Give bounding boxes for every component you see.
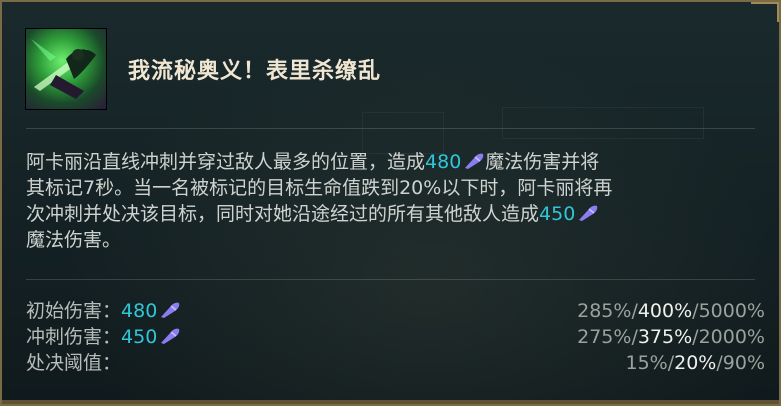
stat-label: 冲刺伤害： — [26, 326, 122, 348]
ratio-rank-1: 275% — [577, 326, 632, 348]
stat-value: 480 — [121, 300, 158, 322]
ratio-rank-3: 2000% — [698, 326, 765, 348]
stat-label: 处决阈值： — [26, 352, 122, 374]
header-divider — [26, 128, 755, 129]
akali-ult-icon[interactable] — [26, 29, 106, 109]
ratio-rank-3: 5000% — [698, 300, 765, 322]
stat-ratios: 275%/375%/2000% — [577, 324, 765, 350]
ratio-rank-2: 20% — [674, 352, 717, 374]
damage-value-2: 450 — [539, 203, 576, 225]
ability-power-icon — [161, 328, 180, 344]
desc-text: 次冲刺并处决该目标，同时对她沿途经过的所有其他敌人造成 — [26, 203, 540, 225]
ability-header: 我流秘奥义！表里杀缭乱 — [26, 29, 381, 109]
ratio-rank-1: 15% — [625, 352, 668, 374]
stat-value: 450 — [121, 326, 158, 348]
stat-label: 初始伤害： — [26, 300, 122, 322]
ability-power-icon — [465, 153, 484, 169]
desc-line-1: 阿卡丽沿直线冲刺并穿过敌人最多的位置，造成480 魔法伤害并将 — [26, 149, 756, 175]
ratio-rank-1: 285% — [577, 300, 632, 322]
background-art — [362, 112, 444, 154]
stats-divider — [26, 279, 755, 280]
stat-row-dash-damage: 冲刺伤害：450 275%/375%/2000% — [26, 324, 765, 350]
stat-ratios: 15%/20%/90% — [625, 350, 765, 376]
ratio-rank-2: 375% — [637, 326, 693, 348]
desc-line-3: 次冲刺并处决该目标，同时对她沿途经过的所有其他敌人造成450 — [26, 201, 756, 227]
desc-line-2: 其标记7秒。当一名被标记的目标生命值跌到20%以下时，阿卡丽将再 — [26, 177, 613, 199]
stat-row-initial-damage: 初始伤害：480 285%/400%/5000% — [26, 298, 765, 324]
stat-row-execute-threshold: 处决阈值： 15%/20%/90% — [26, 350, 765, 376]
background-art — [502, 107, 704, 139]
desc-line-4: 魔法伤害。 — [26, 229, 122, 251]
desc-text: 魔法伤害并将 — [485, 151, 600, 173]
ability-stats: 初始伤害：480 285%/400%/5000% 冲刺伤害：450 275%/3… — [26, 298, 765, 376]
ability-description: 阿卡丽沿直线冲刺并穿过敌人最多的位置，造成480 魔法伤害并将 其标记7秒。当一名… — [26, 149, 756, 253]
ability-power-icon — [161, 302, 180, 318]
tooltip-corner-ornament — [751, 2, 779, 22]
ability-power-icon — [579, 205, 598, 221]
stat-ratios: 285%/400%/5000% — [577, 298, 765, 324]
damage-value-1: 480 — [425, 151, 462, 173]
ability-tooltip: 我流秘奥义！表里杀缭乱 阿卡丽沿直线冲刺并穿过敌人最多的位置，造成480 魔法伤害… — [0, 0, 781, 406]
desc-text: 阿卡丽沿直线冲刺并穿过敌人最多的位置，造成 — [26, 151, 426, 173]
ability-title: 我流秘奥义！表里杀缭乱 — [128, 59, 382, 84]
ratio-rank-2: 400% — [637, 300, 693, 322]
ratio-rank-3: 90% — [722, 352, 765, 374]
